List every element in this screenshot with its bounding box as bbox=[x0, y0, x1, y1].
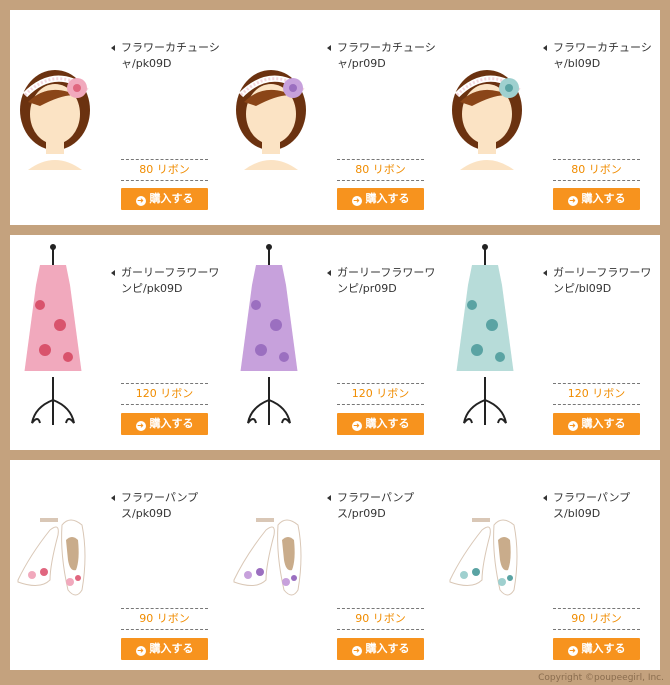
product-price: 120 リボン bbox=[337, 383, 424, 405]
dress-thumbnail[interactable] bbox=[10, 235, 115, 450]
product-name[interactable]: フラワーカチューシャ/bl09D bbox=[543, 40, 658, 72]
product-item: フラワーパンプス/bl09D 90 リボン ➜ 購入する bbox=[442, 460, 658, 670]
product-item: ガーリーフラワーワンピ/bl09D 120 リボン ➜ 購入する bbox=[442, 235, 658, 450]
bullet-arrow-icon bbox=[543, 45, 547, 51]
product-name[interactable]: フラワーカチューシャ/pr09D bbox=[327, 40, 442, 72]
headband-thumbnail[interactable] bbox=[442, 10, 547, 225]
buy-button[interactable]: ➜ 購入する bbox=[337, 413, 424, 435]
product-item: フラワーカチューシャ/pr09D 80 リボン ➜ 購入する bbox=[226, 10, 442, 225]
product-name[interactable]: フラワーパンプス/pr09D bbox=[327, 490, 442, 522]
buy-button[interactable]: ➜ 購入する bbox=[121, 188, 208, 210]
product-item: フラワーパンプス/pk09D 90 リボン ➜ 購入する bbox=[10, 460, 226, 670]
buy-button[interactable]: ➜ 購入する bbox=[553, 638, 640, 660]
bullet-arrow-icon bbox=[543, 270, 547, 276]
product-price: 120 リボン bbox=[553, 383, 640, 405]
bullet-arrow-icon bbox=[327, 270, 331, 276]
buy-button[interactable]: ➜ 購入する bbox=[553, 188, 640, 210]
arrow-right-icon: ➜ bbox=[567, 421, 578, 431]
arrow-right-icon: ➜ bbox=[351, 421, 362, 431]
bullet-arrow-icon bbox=[111, 270, 115, 276]
buy-button[interactable]: ➜ 購入する bbox=[553, 413, 640, 435]
bullet-arrow-icon bbox=[327, 495, 331, 501]
product-panel-headband: フラワーカチューシャ/pk09D 80 リボン ➜ 購入する フラワーカチューシャ… bbox=[10, 10, 660, 225]
shoes-thumbnail[interactable] bbox=[226, 460, 331, 670]
arrow-right-icon: ➜ bbox=[135, 421, 146, 431]
copyright-text: Copyright ©poupeegirl, Inc. bbox=[538, 673, 664, 683]
buy-button[interactable]: ➜ 購入する bbox=[337, 188, 424, 210]
bullet-arrow-icon bbox=[111, 495, 115, 501]
bullet-arrow-icon bbox=[543, 495, 547, 501]
product-item: フラワーカチューシャ/pk09D 80 リボン ➜ 購入する bbox=[10, 10, 226, 225]
dress-thumbnail[interactable] bbox=[442, 235, 547, 450]
product-name[interactable]: ガーリーフラワーワンピ/pr09D bbox=[327, 265, 442, 297]
product-item: ガーリーフラワーワンピ/pr09D 120 リボン ➜ 購入する bbox=[226, 235, 442, 450]
product-price: 90 リボン bbox=[337, 608, 424, 630]
bullet-arrow-icon bbox=[327, 45, 331, 51]
product-panel-dress: ガーリーフラワーワンピ/pk09D 120 リボン ➜ 購入する ガーリーフラワ… bbox=[10, 235, 660, 450]
arrow-right-icon: ➜ bbox=[567, 646, 578, 656]
arrow-right-icon: ➜ bbox=[135, 646, 146, 656]
product-name[interactable]: ガーリーフラワーワンピ/bl09D bbox=[543, 265, 658, 297]
product-price: 90 リボン bbox=[553, 608, 640, 630]
shoes-thumbnail[interactable] bbox=[442, 460, 547, 670]
product-name[interactable]: ガーリーフラワーワンピ/pk09D bbox=[111, 265, 226, 297]
arrow-right-icon: ➜ bbox=[567, 196, 578, 206]
product-price: 80 リボン bbox=[553, 159, 640, 181]
bullet-arrow-icon bbox=[111, 45, 115, 51]
product-price: 120 リボン bbox=[121, 383, 208, 405]
headband-thumbnail[interactable] bbox=[10, 10, 115, 225]
product-panel-shoes: フラワーパンプス/pk09D 90 リボン ➜ 購入する フラワーパンプス/pr0… bbox=[10, 460, 660, 670]
product-name[interactable]: フラワーカチューシャ/pk09D bbox=[111, 40, 226, 72]
shoes-thumbnail[interactable] bbox=[10, 460, 115, 670]
product-price: 80 リボン bbox=[337, 159, 424, 181]
product-item: フラワーパンプス/pr09D 90 リボン ➜ 購入する bbox=[226, 460, 442, 670]
product-name[interactable]: フラワーパンプス/bl09D bbox=[543, 490, 658, 522]
product-price: 80 リボン bbox=[121, 159, 208, 181]
product-name[interactable]: フラワーパンプス/pk09D bbox=[111, 490, 226, 522]
buy-button[interactable]: ➜ 購入する bbox=[121, 413, 208, 435]
dress-thumbnail[interactable] bbox=[226, 235, 331, 450]
headband-thumbnail[interactable] bbox=[226, 10, 331, 225]
product-item: フラワーカチューシャ/bl09D 80 リボン ➜ 購入する bbox=[442, 10, 658, 225]
product-price: 90 リボン bbox=[121, 608, 208, 630]
arrow-right-icon: ➜ bbox=[351, 196, 362, 206]
arrow-right-icon: ➜ bbox=[351, 646, 362, 656]
product-item: ガーリーフラワーワンピ/pk09D 120 リボン ➜ 購入する bbox=[10, 235, 226, 450]
buy-button[interactable]: ➜ 購入する bbox=[121, 638, 208, 660]
arrow-right-icon: ➜ bbox=[135, 196, 146, 206]
buy-button[interactable]: ➜ 購入する bbox=[337, 638, 424, 660]
